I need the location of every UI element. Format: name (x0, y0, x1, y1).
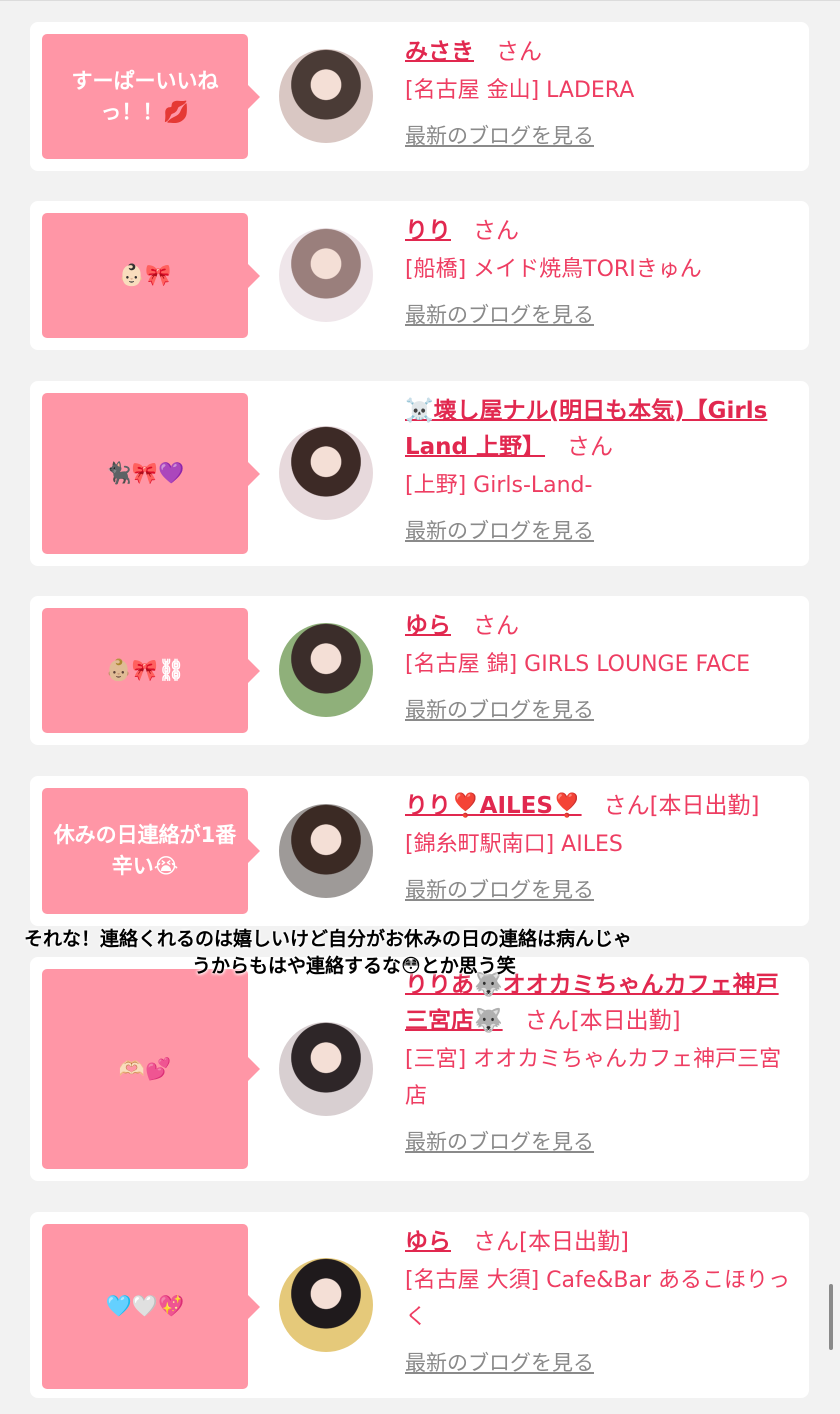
latest-blog-link[interactable]: 最新のブログを見る (405, 121, 594, 151)
blog-card: 👶🏼🎀⛓ ゆら さん [名古屋 錦] GIRLS LOUNGE FACE 最新のブ… (30, 596, 809, 745)
latest-blog-link[interactable]: 最新のブログを見る (405, 695, 594, 725)
status-text: [本日出勤] (649, 793, 760, 819)
honorific: さん (524, 1008, 571, 1034)
comment-text: 🩵🤍💖 (105, 1294, 185, 1318)
comment-text: 休みの日連絡が1番辛い😭 (53, 823, 237, 878)
comment-bubble: 👶🏻🎀 (42, 213, 260, 338)
blog-card: 👶🏻🎀 りり さん [船橋] メイド焼鳥TORIきゅん 最新のブログを見る (30, 201, 809, 350)
honorific: さん (473, 613, 519, 639)
comment-bubble: 🫶🏻💕 (42, 969, 260, 1169)
honorific: さん (567, 434, 614, 460)
latest-blog-link[interactable]: 最新のブログを見る (405, 875, 594, 905)
latest-blog-link[interactable]: 最新のブログを見る (405, 1348, 594, 1378)
blog-card: すーぱーいいねっ！！💋 みさき さん [名古屋 金山] LADERA 最新のブログ… (30, 22, 809, 171)
avatar[interactable] (279, 804, 373, 898)
comment-bubble: 休みの日連絡が1番辛い😭 (42, 788, 260, 914)
comment-text: 🐈‍⬛🎀💜 (105, 461, 185, 485)
blog-card: 🐈‍⬛🎀💜 ☠️壊し屋ナル(明日も本気)【Girls Land 上野】 さん [上… (30, 381, 809, 566)
blog-card: 🫶🏻💕 りりあ🐺オオカミちゃんカフェ神戸三宮店🐺 さん[本日出勤] [三宮] オオ… (30, 957, 809, 1181)
avatar[interactable] (279, 49, 373, 143)
honorific: さん (473, 218, 519, 244)
girl-name-link[interactable]: ゆら (405, 1229, 451, 1255)
comment-bubble: 👶🏼🎀⛓ (42, 608, 260, 733)
comment-bubble: すーぱーいいねっ！！💋 (42, 34, 260, 159)
comment-bubble: 🐈‍⬛🎀💜 (42, 393, 260, 554)
blog-card: 休みの日連絡が1番辛い😭 りり❣️AILES❣️ さん[本日出勤] [錦糸町駅南口… (30, 776, 809, 926)
latest-blog-link[interactable]: 最新のブログを見る (405, 300, 594, 330)
overlay-comment: それな！連絡くれるのは嬉しいけど自分がお休みの日の連絡は病んじゃ うからもはや連… (0, 926, 840, 980)
girl-name-link[interactable]: ゆら (405, 613, 451, 639)
latest-blog-link[interactable]: 最新のブログを見る (405, 516, 594, 546)
shop-name: [錦糸町駅南口] AILES (405, 832, 623, 857)
shop-name: [三宮] オオカミちゃんカフェ神戸三宮店 (405, 1047, 782, 1109)
honorific: さん (603, 793, 650, 819)
comment-bubble: 🩵🤍💖 (42, 1224, 260, 1389)
overlay-comment-line: うからもはや連絡するな😳とか思う笑 (192, 955, 516, 977)
avatar[interactable] (279, 623, 373, 717)
honorific: さん (473, 1229, 519, 1255)
avatar[interactable] (279, 426, 373, 520)
comment-text: 🫶🏻💕 (118, 1056, 172, 1081)
avatar[interactable] (279, 1258, 373, 1352)
status-text: [本日出勤] (519, 1229, 629, 1255)
girl-name-link[interactable]: みさき (405, 39, 474, 65)
shop-name: [名古屋 大須] Cafe&Bar あるこほりっく (405, 1268, 791, 1330)
avatar[interactable] (279, 228, 373, 322)
shop-name: [上野] Girls-Land- (405, 473, 593, 498)
girl-name-link[interactable]: りり (405, 218, 451, 244)
blog-card: 🩵🤍💖 ゆら さん[本日出勤] [名古屋 大須] Cafe&Bar あるこほりっく… (30, 1212, 809, 1398)
comment-text: 👶🏼🎀⛓ (105, 658, 185, 682)
comment-text: すーぱーいいねっ！！💋 (71, 68, 219, 124)
shop-name: [名古屋 錦] GIRLS LOUNGE FACE (405, 652, 751, 677)
latest-blog-link[interactable]: 最新のブログを見る (405, 1127, 594, 1157)
avatar[interactable] (279, 1022, 373, 1116)
shop-name: [名古屋 金山] LADERA (405, 78, 635, 103)
shop-name: [船橋] メイド焼鳥TORIきゅん (405, 257, 702, 282)
status-text: [本日出勤] (570, 1008, 681, 1034)
honorific: さん (496, 39, 542, 65)
top-divider (0, 0, 840, 1)
girl-name-link[interactable]: りり❣️AILES❣️ (405, 793, 582, 819)
overlay-comment-line: それな！連絡くれるのは嬉しいけど自分がお休みの日の連絡は病んじゃ (24, 928, 633, 950)
scrollbar[interactable] (829, 1284, 833, 1350)
comment-text: 👶🏻🎀 (118, 263, 172, 287)
